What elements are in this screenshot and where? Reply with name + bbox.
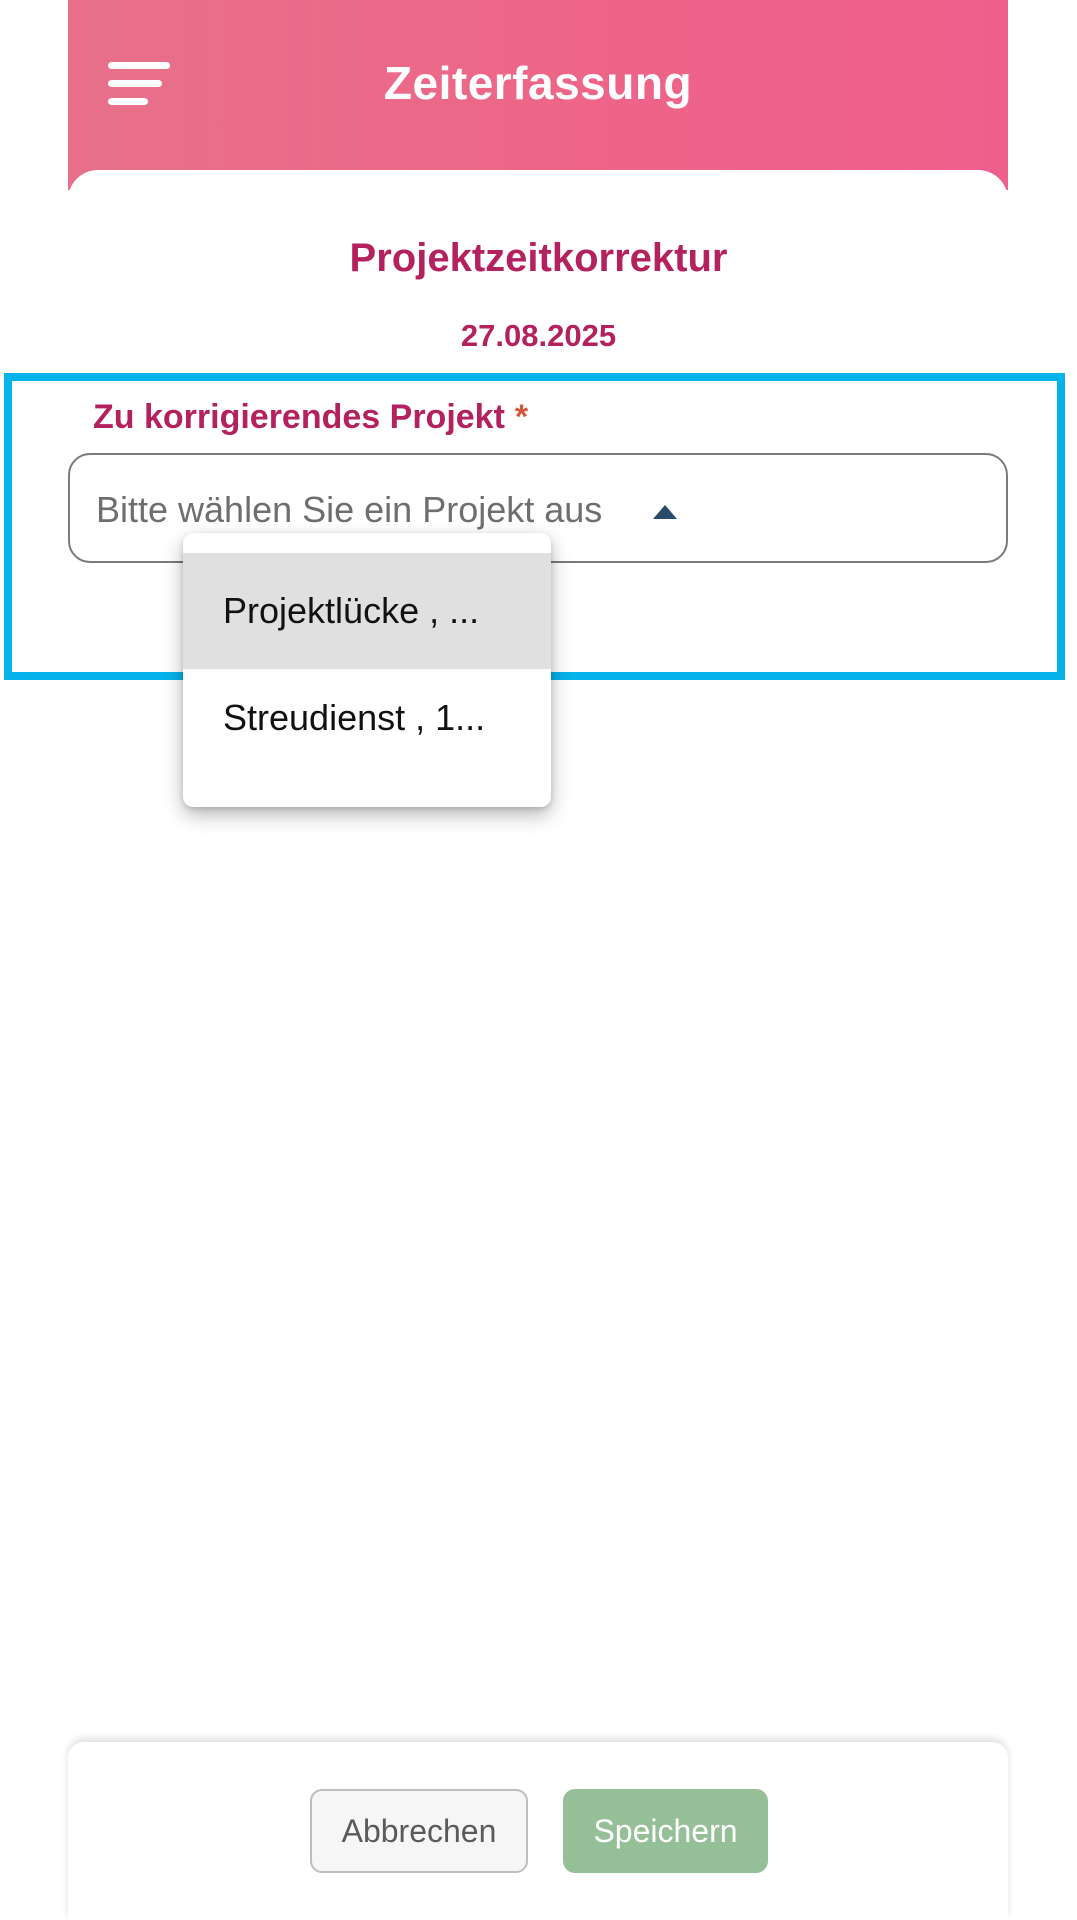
footer-action-bar: Abbrechen Speichern [68, 1742, 1008, 1920]
dropdown-option-projektluecke[interactable]: Projektlücke , ... [183, 553, 551, 669]
page-date: 27.08.2025 [460, 318, 617, 353]
project-select-placeholder: Bitte wählen Sie ein Projekt aus [96, 489, 603, 530]
app-header: Zeiterfassung [68, 0, 1008, 190]
app-title: Zeiterfassung [383, 57, 693, 109]
project-field-label-text: Zu korrigierendes Projekt [93, 398, 505, 436]
caret-up-icon[interactable] [653, 505, 677, 519]
project-field-label: Zu korrigierendes Projekt * [93, 398, 528, 437]
save-button[interactable]: Speichern [563, 1789, 768, 1873]
cancel-button[interactable]: Abbrechen [310, 1789, 528, 1873]
required-marker: * [514, 398, 529, 436]
page-title: Projektzeitkorrektur [349, 236, 728, 280]
project-dropdown-menu: Projektlücke , ... Streudienst , 1... [183, 533, 551, 807]
dropdown-option-streudienst[interactable]: Streudienst , 1... [183, 675, 551, 779]
